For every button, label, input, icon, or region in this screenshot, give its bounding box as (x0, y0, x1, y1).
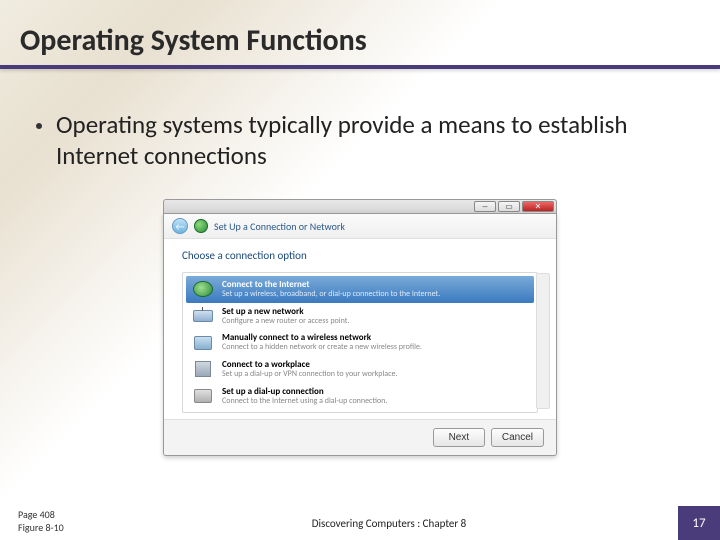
next-button[interactable]: Next (433, 428, 485, 447)
bullet-item: Operating systems typically provide a me… (30, 109, 690, 172)
option-dialup[interactable]: Set up a dial-up connection Connect to t… (186, 383, 534, 410)
bullet-text: Operating systems typically provide a me… (56, 109, 690, 172)
option-desc: Set up a dial-up or VPN connection to yo… (222, 370, 398, 379)
option-manual-wireless[interactable]: Manually connect to a wireless network C… (186, 329, 534, 356)
slide-number: 17 (678, 506, 720, 540)
option-connect-internet[interactable]: Connect to the Internet Set up a wireles… (186, 276, 534, 303)
option-desc: Connect to a hidden network or create a … (222, 343, 422, 352)
slide-footer: Page 408 Figure 8-10 Discovering Compute… (0, 506, 720, 540)
footer-left: Page 408 Figure 8-10 (0, 506, 100, 540)
bullet-dot-icon (36, 123, 42, 129)
close-button[interactable]: ✕ (522, 201, 554, 212)
option-list: Connect to the Internet Set up a wireles… (182, 272, 538, 413)
wizard-header: ← Set Up a Connection or Network (164, 214, 556, 239)
dialog-window: ― ▭ ✕ ← Set Up a Connection or Network C… (163, 199, 557, 456)
cancel-button[interactable]: Cancel (491, 428, 544, 447)
footer-center: Discovering Computers : Chapter 8 (100, 506, 678, 540)
wizard-footer: Next Cancel (164, 419, 556, 455)
back-arrow-icon[interactable]: ← (172, 218, 188, 234)
option-desc: Set up a wireless, broadband, or dial-up… (222, 290, 440, 299)
maximize-button[interactable]: ▭ (498, 201, 520, 212)
window-titlebar: ― ▭ ✕ (163, 199, 557, 213)
scrollbar[interactable] (536, 273, 550, 409)
wizard-frame: ← Set Up a Connection or Network Choose … (163, 213, 557, 456)
wizard-body: Choose a connection option Connect to th… (164, 239, 556, 419)
router-icon (192, 307, 214, 325)
option-desc: Configure a new router or access point. (222, 317, 349, 326)
monitor-icon (192, 334, 214, 352)
minimize-button[interactable]: ― (474, 201, 496, 212)
globe-icon (192, 280, 214, 298)
building-icon (192, 360, 214, 378)
figure-ref: Figure 8-10 (18, 522, 100, 535)
globe-icon (194, 219, 208, 233)
option-new-network[interactable]: Set up a new network Configure a new rou… (186, 303, 534, 330)
wizard-title: Set Up a Connection or Network (214, 220, 345, 233)
bullet-area: Operating systems typically provide a me… (0, 69, 720, 172)
page-ref: Page 408 (18, 509, 100, 522)
option-desc: Connect to the Internet using a dial-up … (222, 397, 387, 406)
wizard-prompt: Choose a connection option (182, 249, 538, 262)
slide-title: Operating System Functions (0, 0, 720, 65)
phone-icon (192, 387, 214, 405)
option-workplace[interactable]: Connect to a workplace Set up a dial-up … (186, 356, 534, 383)
